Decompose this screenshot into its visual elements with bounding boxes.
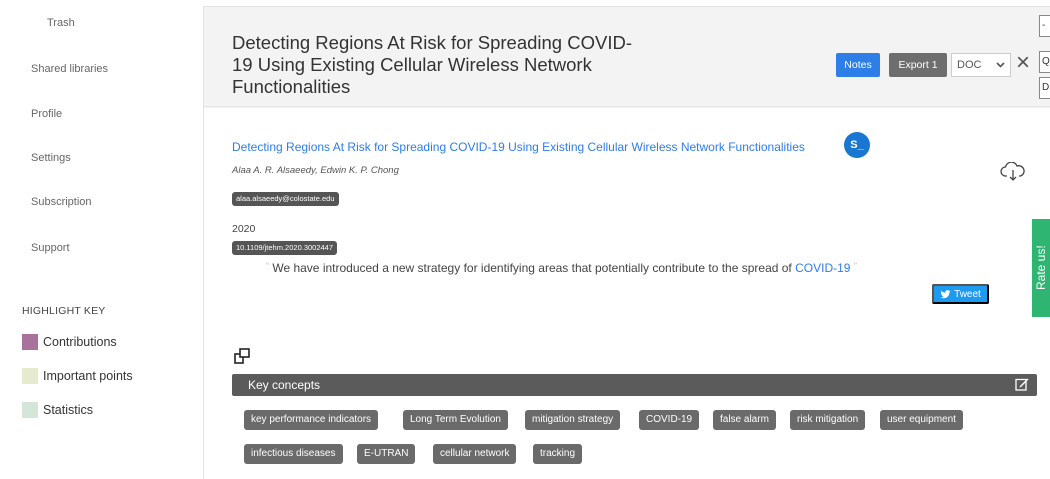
key-quote: “ We have introduced a new strategy for … (266, 261, 857, 275)
concept-chip[interactable]: Long Term Evolution (403, 410, 508, 430)
edit-icon[interactable] (1015, 377, 1029, 391)
close-quote-mark: ” (853, 261, 857, 271)
key-concepts-title: Key concepts (248, 378, 321, 392)
paper-detail-panel: Detecting Regions At Risk for Spreading … (203, 6, 1050, 479)
contributions-swatch (22, 334, 38, 350)
search-edge-button[interactable]: Q (1039, 51, 1050, 73)
important-points-swatch (22, 368, 38, 384)
paper-year: 2020 (232, 223, 256, 235)
document-edge-button[interactable]: D (1039, 77, 1050, 99)
sidebar-item-subscription[interactable]: Subscription (31, 196, 92, 208)
close-icon[interactable]: × (1016, 51, 1030, 75)
concept-chip[interactable]: E-UTRAN (357, 444, 416, 464)
highlight-key-label: Statistics (43, 403, 94, 417)
paper-content: Detecting Regions At Risk for Spreading … (204, 108, 1050, 479)
highlight-key-label: Contributions (43, 335, 117, 349)
export-button[interactable]: Export 1 (889, 53, 947, 77)
source-badge-icon[interactable]: S_ (844, 132, 870, 158)
highlight-key-important-points: Important points (22, 368, 133, 384)
panel-header: Detecting Regions At Risk for Spreading … (204, 7, 1050, 107)
concept-chip[interactable]: infectious diseases (244, 444, 343, 464)
email-tag: alaa.alsaeedy@colostate.edu (232, 192, 339, 206)
concept-chip[interactable]: risk mitigation (790, 410, 866, 430)
sidebar-item-profile[interactable]: Profile (31, 108, 62, 120)
edge-button-top[interactable]: - (1039, 15, 1050, 37)
export-format-value: DOC (957, 59, 982, 71)
tweet-button[interactable]: Tweet (932, 284, 989, 304)
concept-chip[interactable]: key performance indicators (244, 410, 379, 430)
concept-chip[interactable]: COVID-19 (639, 410, 700, 430)
concept-chip[interactable]: mitigation strategy (525, 410, 621, 430)
notes-button[interactable]: Notes (836, 53, 880, 77)
quote-text: We have introduced a new strategy for id… (272, 261, 796, 275)
page-title: Detecting Regions At Risk for Spreading … (232, 32, 632, 97)
sidebar-item-trash[interactable]: Trash (47, 17, 75, 29)
highlight-key-label: Important points (43, 369, 133, 383)
rate-us-tab[interactable]: Rate us! (1032, 219, 1050, 317)
statistics-swatch (22, 402, 38, 418)
tweet-label: Tweet (954, 288, 981, 300)
chevron-down-icon (996, 62, 1005, 68)
cloud-download-icon[interactable] (1000, 162, 1026, 182)
highlight-key-statistics: Statistics (22, 402, 93, 418)
expand-icon[interactable] (234, 348, 250, 364)
paper-title-link[interactable]: Detecting Regions At Risk for Spreading … (232, 140, 805, 154)
concept-chip[interactable]: cellular network (433, 444, 517, 464)
twitter-bird-icon (940, 289, 951, 298)
concept-chip[interactable]: user equipment (880, 410, 963, 430)
quote-link[interactable]: COVID-19 (795, 261, 850, 275)
concept-chip[interactable]: tracking (533, 444, 583, 464)
sidebar: Trash Shared libraries Profile Settings … (0, 0, 203, 479)
paper-authors: Alaa A. R. Alsaeedy, Edwin K. P. Chong (232, 165, 399, 176)
sidebar-item-support[interactable]: Support (31, 242, 70, 254)
concept-chip[interactable]: false alarm (713, 410, 776, 430)
sidebar-item-shared-libraries[interactable]: Shared libraries (31, 63, 108, 75)
key-concepts-header: Key concepts (232, 374, 1037, 396)
highlight-key-contributions: Contributions (22, 334, 117, 350)
sidebar-item-settings[interactable]: Settings (31, 152, 71, 164)
open-quote-mark: “ (266, 261, 269, 271)
export-format-select[interactable]: DOC (951, 53, 1011, 77)
highlight-key-title: HIGHLIGHT KEY (22, 305, 106, 317)
doi-tag[interactable]: 10.1109/jtehm.2020.3002447 (232, 241, 338, 255)
